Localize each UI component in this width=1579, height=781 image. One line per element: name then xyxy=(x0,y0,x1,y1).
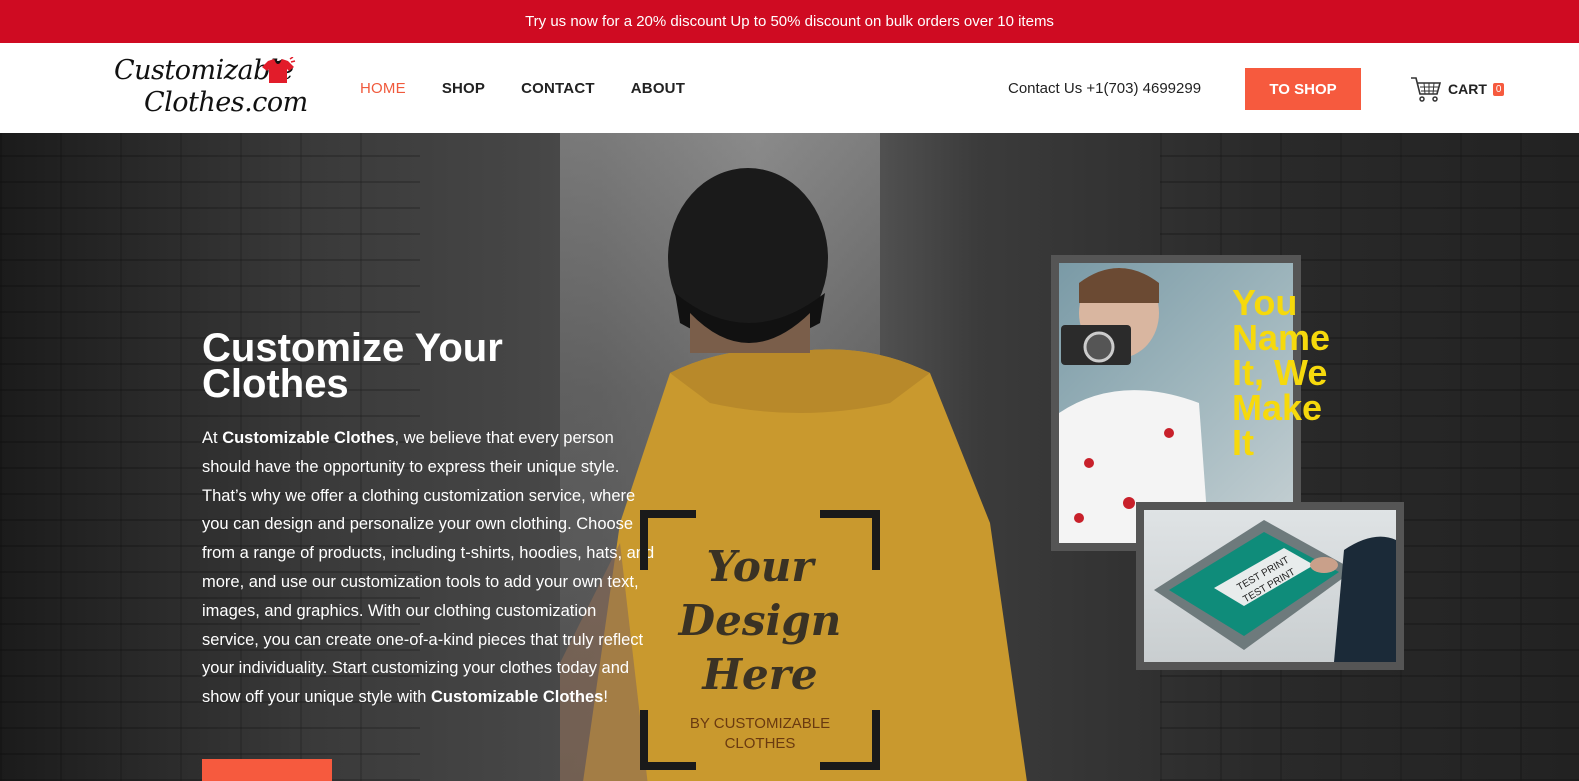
shirt-sub-1: BY CUSTOMIZABLE xyxy=(689,715,831,732)
slogan-line-3: It, We xyxy=(1232,352,1328,393)
screen-printing-photo: TEST PRINT TEST PRINT xyxy=(1144,510,1396,662)
logo-line-2: Clothes.com xyxy=(144,87,308,118)
hero-cta-button[interactable] xyxy=(202,759,332,781)
shirt-print: Your Design Here BY CUSTOMIZABLE CLOTHES xyxy=(640,510,880,770)
header: Customizable Clothes.com HOME SHOP CONTA… xyxy=(0,43,1579,133)
shirt-line-3: Here xyxy=(702,650,818,699)
slogan-line-4: Make xyxy=(1232,387,1323,428)
site-logo[interactable]: Customizable Clothes.com xyxy=(112,51,308,123)
contact-phone[interactable]: Contact Us +1(703) 4699299 xyxy=(1008,43,1201,133)
nav-about[interactable]: ABOUT xyxy=(631,80,685,97)
nav-shop[interactable]: SHOP xyxy=(442,80,485,97)
hero-section: Customize Your Clothes At Customizable C… xyxy=(0,133,1579,781)
brand-name-end: Customizable Clothes xyxy=(431,688,604,707)
shirt-sub-2: CLOTHES xyxy=(724,735,796,752)
shirt-line-1: Your xyxy=(706,542,814,591)
brand-name: Customizable Clothes xyxy=(222,429,395,447)
shirt-brand-text: BY CUSTOMIZABLE CLOTHES xyxy=(640,714,880,754)
cart-link[interactable]: CART 0 xyxy=(1410,73,1505,105)
model-cap-image xyxy=(668,168,828,353)
shirt-line-2: Design xyxy=(678,596,842,645)
promo-text: Try us now for a 20% discount Up to 50% … xyxy=(525,13,1054,30)
slogan-line-1: You xyxy=(1232,282,1298,323)
slogan-line-5: It xyxy=(1232,422,1254,463)
shirt-design-text: Your Design Here xyxy=(640,540,880,702)
hero-headline: Customize Your Clothes xyxy=(202,326,503,406)
hero-description: At Customizable Clothes, we believe that… xyxy=(202,424,657,712)
photo-frame-screenprint: TEST PRINT TEST PRINT xyxy=(1136,502,1404,670)
main-nav: HOME SHOP CONTACT ABOUT xyxy=(360,43,685,133)
screen-print-illustration-icon: TEST PRINT TEST PRINT xyxy=(1154,520,1396,662)
to-shop-button[interactable]: TO SHOP xyxy=(1245,68,1361,110)
promo-bar: Try us now for a 20% discount Up to 50% … xyxy=(0,0,1579,43)
cart-count-badge: 0 xyxy=(1492,82,1505,96)
nav-contact[interactable]: CONTACT xyxy=(521,80,595,97)
slogan-text: You Name It, We Make It xyxy=(1232,282,1362,463)
tshirt-logo-icon xyxy=(262,57,296,83)
slogan-line-2: Name xyxy=(1232,317,1331,358)
para-prefix: At xyxy=(202,429,223,447)
para-body: , we believe that every person should ha… xyxy=(202,429,655,707)
cart-icon xyxy=(1411,77,1442,102)
cart-label: CART xyxy=(1448,81,1487,97)
para-end: ! xyxy=(603,688,608,707)
nav-home[interactable]: HOME xyxy=(360,80,406,97)
